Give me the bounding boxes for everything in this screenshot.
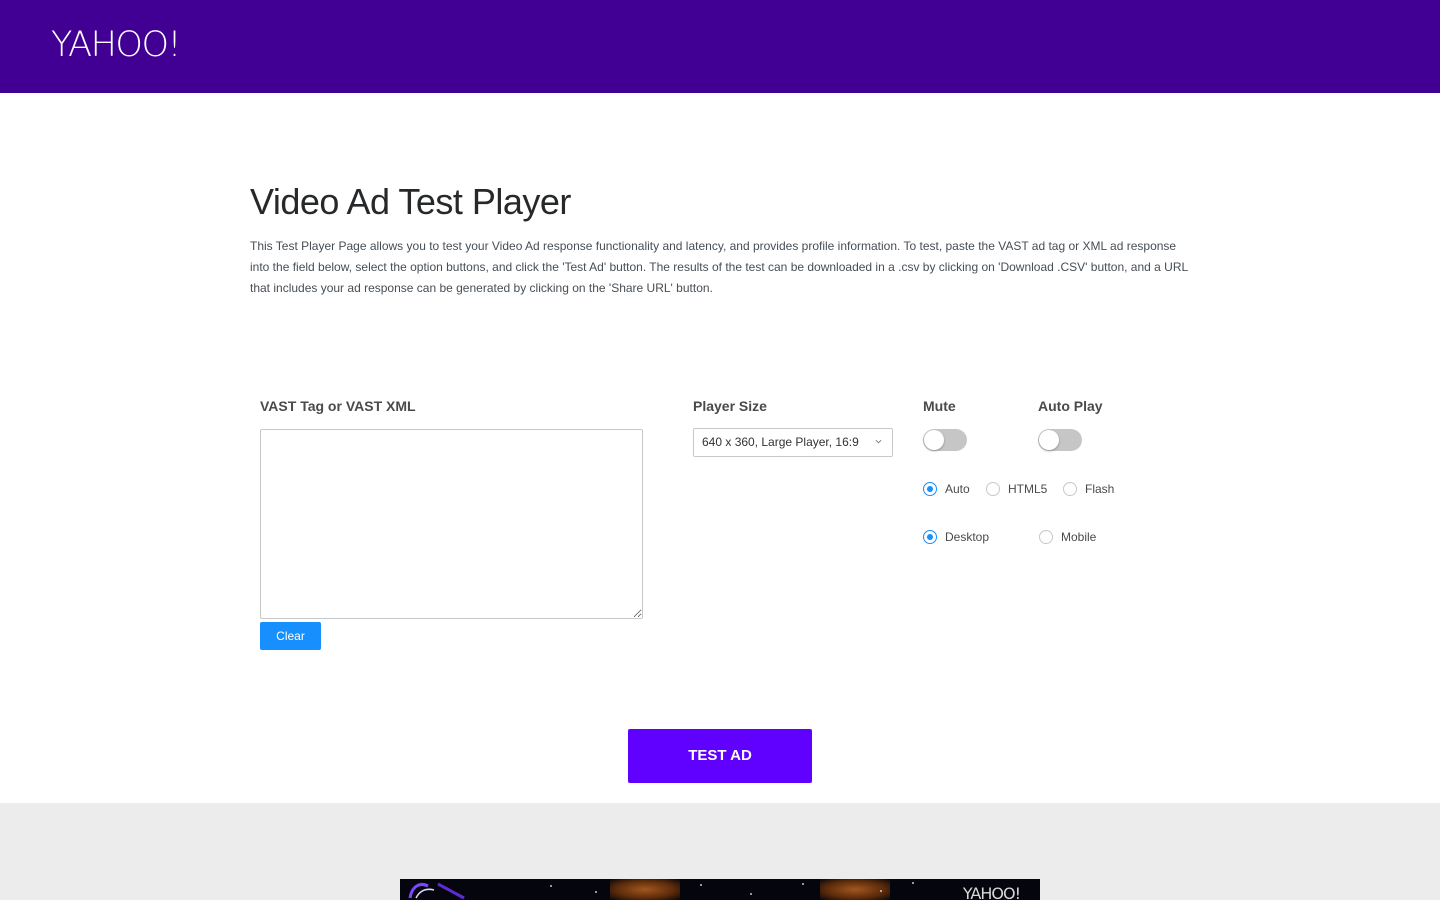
autoplay-toggle[interactable] [1038, 429, 1082, 451]
radio-label: Mobile [1061, 530, 1097, 544]
page-title: Video Ad Test Player [250, 181, 571, 222]
radio-desktop[interactable]: Desktop [923, 530, 989, 544]
radio-button-selected[interactable] [923, 482, 937, 496]
player-size-select[interactable]: 640 x 360, Large Player, 16:9 [693, 428, 893, 457]
chevron-down-icon [875, 439, 882, 444]
star-dot [880, 890, 882, 892]
mute-toggle[interactable] [923, 429, 967, 451]
top-header-bar: YAHOO! [0, 0, 1440, 93]
clear-button[interactable]: Clear [260, 622, 321, 650]
radio-flash[interactable]: Flash [1063, 482, 1114, 496]
intro-section: Video Ad Test Player This Test Player Pa… [250, 180, 1190, 299]
radio-label: Desktop [945, 530, 990, 544]
player-size-label: Player Size [693, 398, 767, 414]
lamp-glow [610, 879, 680, 900]
player-size-selected-value: 640 x 360, Large Player, 16:9 [702, 435, 859, 449]
video-yahoo-logo: YAHOO! [962, 884, 1021, 900]
yahoo-logo[interactable]: YAHOO! [51, 25, 182, 65]
radio-button[interactable] [986, 482, 1000, 496]
radio-mobile[interactable]: Mobile [1039, 530, 1096, 544]
star-dot [595, 891, 597, 893]
vast-input-textarea[interactable] [260, 429, 643, 619]
toggle-knob [1039, 430, 1059, 450]
autoplay-label: Auto Play [1038, 398, 1103, 414]
mute-label: Mute [923, 398, 956, 414]
star-dot [750, 893, 752, 895]
star-dot [802, 883, 804, 885]
star-dot [912, 882, 914, 884]
neon-sign-graphic [408, 882, 465, 900]
test-form: VAST Tag or VAST XML Clear Player Size 6… [260, 398, 1180, 658]
test-ad-button[interactable]: TEST AD [628, 729, 812, 783]
radio-label: Auto [945, 482, 970, 496]
page-description: This Test Player Page allows you to test… [250, 239, 1188, 295]
vast-input-label: VAST Tag or VAST XML [260, 398, 416, 414]
radio-html5[interactable]: HTML5 [986, 482, 1047, 496]
video-player-preview[interactable]: YAHOO! [400, 879, 1040, 900]
radio-button[interactable] [1039, 530, 1053, 544]
radio-label: HTML5 [1008, 482, 1048, 496]
radio-label: Flash [1085, 482, 1115, 496]
radio-auto[interactable]: Auto [923, 482, 970, 496]
radio-button-selected[interactable] [923, 530, 937, 544]
star-dot [550, 885, 552, 887]
star-dot [700, 884, 702, 886]
radio-button[interactable] [1063, 482, 1077, 496]
toggle-knob [924, 430, 944, 450]
